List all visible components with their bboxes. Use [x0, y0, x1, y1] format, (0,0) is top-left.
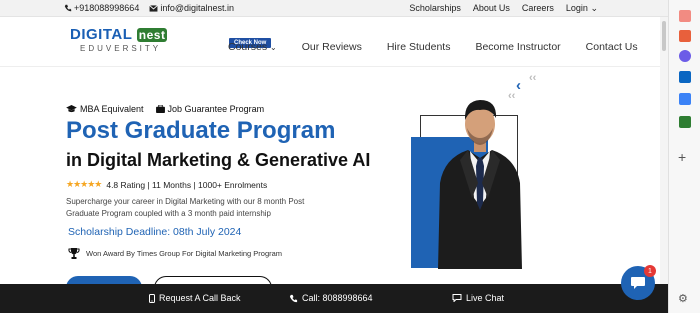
hero-section: MBA Equivalent Job Guarantee Program Pos…	[0, 68, 668, 296]
hero-title: Post Graduate Program	[66, 117, 336, 144]
badge-mba-label: MBA Equivalent	[80, 104, 144, 114]
nav-courses-label: Courses	[228, 41, 268, 53]
link-careers[interactable]: Careers	[522, 3, 554, 14]
badge-job-label: Job Guarantee Program	[167, 104, 265, 114]
rating-row: ★★★★★ 4.8 Rating | 11 Months | 1000+ Enr…	[66, 179, 267, 190]
hero-description: Supercharge your career in Digital Marke…	[66, 197, 305, 218]
mobile-phone-icon	[149, 293, 155, 303]
browser-sidebar: + ⚙	[668, 0, 700, 313]
link-about-us[interactable]: About Us	[473, 3, 510, 14]
send-icon[interactable]	[679, 93, 691, 105]
email-contact[interactable]: info@digitalnest.in	[149, 3, 234, 13]
tag-icon[interactable]	[679, 10, 691, 22]
top-bar: +918088998664 info@digitalnest.in Schola…	[0, 0, 668, 17]
chevron-down-icon: ⌄	[590, 3, 598, 13]
link-login[interactable]: Login ⌄	[566, 3, 598, 14]
briefcase-icon	[155, 105, 165, 113]
excel-icon[interactable]	[679, 116, 691, 128]
chat-icon	[631, 277, 645, 289]
page-scrollbar[interactable]	[660, 17, 668, 284]
nav-become-instructor[interactable]: Become Instructor	[475, 41, 560, 53]
gear-icon[interactable]: ⚙	[678, 292, 688, 305]
phone-icon	[289, 294, 298, 302]
outlook-icon[interactable]	[679, 71, 691, 83]
phone-icon	[64, 4, 72, 12]
logo-brand-digital: DIGITAL	[70, 26, 133, 43]
top-links: Scholarships About Us Careers Login ⌄	[409, 3, 598, 14]
site-header: DIGITAL nest EDUVERSITY Check Now Course…	[0, 17, 668, 67]
award-text: Won Award By Times Group For Digital Mar…	[86, 249, 283, 258]
logo-brand-nest: nest	[136, 28, 168, 42]
request-callback-label: Request A Call Back	[159, 293, 241, 303]
login-label: Login	[565, 3, 588, 13]
mail-icon	[149, 4, 159, 12]
live-chat-button[interactable]: Live Chat	[452, 293, 504, 303]
phone-number: +918088998664	[74, 3, 140, 13]
nav-contact-us[interactable]: Contact Us	[586, 41, 638, 53]
call-button[interactable]: Call: 8088998664	[289, 293, 373, 303]
toolbox-icon[interactable]	[679, 30, 691, 42]
rating-text: 4.8 Rating | 11 Months | 1000+ Enrolment…	[106, 179, 268, 190]
scrollbar-thumb[interactable]	[662, 21, 666, 51]
star-rating-icon: ★★★★★	[66, 179, 102, 189]
logo-subtitle: EDUVERSITY	[80, 44, 162, 53]
chat-notification-badge: 1	[644, 265, 656, 277]
logo-brand: DIGITAL nest	[70, 26, 170, 43]
chevron-left-icon: ‹‹	[529, 72, 537, 84]
trophy-icon	[68, 248, 80, 259]
contact-info: +918088998664 info@digitalnest.in	[64, 3, 234, 13]
phone-contact[interactable]: +918088998664	[64, 3, 139, 13]
logo[interactable]: DIGITAL nest EDUVERSITY	[70, 26, 170, 62]
live-chat-label: Live Chat	[466, 293, 505, 303]
copilot-icon[interactable]	[679, 50, 691, 62]
add-icon[interactable]: +	[678, 149, 686, 165]
chat-bubble-icon	[452, 294, 462, 302]
request-callback-button[interactable]: Request A Call Back	[149, 293, 241, 303]
program-badges: MBA Equivalent Job Guarantee Program	[66, 104, 264, 114]
graduation-cap-icon	[66, 105, 77, 113]
email-address: info@digitalnest.in	[160, 3, 235, 13]
award-row: Won Award By Times Group For Digital Mar…	[68, 248, 282, 259]
link-scholarships[interactable]: Scholarships	[409, 3, 461, 14]
bottom-action-bar: Request A Call Back Call: 8088998664 Liv…	[0, 284, 668, 313]
main-nav: Courses ⌄ Our Reviews Hire Students Beco…	[228, 41, 638, 53]
badge-mba: MBA Equivalent	[66, 104, 144, 114]
scholarship-deadline: Scholarship Deadline: 08th July 2024	[68, 226, 242, 238]
chat-widget-button[interactable]: 1	[621, 265, 656, 300]
student-portrait	[438, 100, 522, 269]
badge-job: Job Guarantee Program	[155, 104, 265, 114]
nav-hire-students[interactable]: Hire Students	[387, 41, 451, 53]
chevron-down-icon: ⌄	[270, 43, 277, 52]
hero-subtitle: in Digital Marketing & Generative AI	[66, 150, 371, 170]
nav-courses[interactable]: Courses ⌄	[228, 41, 277, 53]
nav-our-reviews[interactable]: Our Reviews	[302, 41, 362, 53]
call-label: Call: 8088998664	[302, 293, 373, 303]
